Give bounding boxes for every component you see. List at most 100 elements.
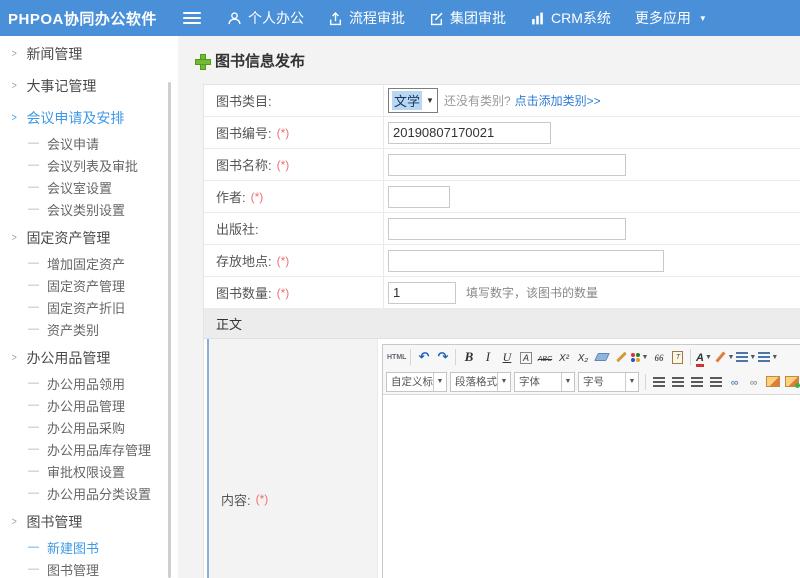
color-palette-button[interactable]: ▼ [631,348,648,366]
rich-text-editor: HTML ▼ [382,344,800,578]
sidebar-item-supplies-classify[interactable]: 办公用品分类设置 [0,482,178,504]
sidebar-item-news[interactable]: 新闻管理 [0,40,178,68]
nav-personal-office[interactable]: 个人办公 [227,8,304,28]
form-row-publisher: 出版社: [204,213,800,245]
italic-button[interactable] [479,348,496,366]
html-source-button[interactable]: HTML [387,348,406,366]
publisher-input[interactable] [388,218,626,240]
nav-workflow-approval[interactable]: 流程审批 [328,8,405,28]
strikethrough-button[interactable] [536,348,553,366]
dash-icon [28,541,39,553]
unordered-list-button[interactable]: ▼ [758,348,778,366]
undo-button[interactable] [415,348,432,366]
undo-icon [419,348,430,366]
remove-link-button[interactable] [745,373,762,391]
sidebar-scrollbar[interactable] [168,82,171,578]
heading-select[interactable]: 自定义标题▼ [386,372,447,392]
required-mark: (*) [277,158,290,172]
font-size-select[interactable]: 字号▼ [578,372,639,392]
sidebar-item-label: 办公用品领用 [47,374,125,393]
dash-icon [28,487,39,499]
align-center-button[interactable] [669,373,686,391]
bold-button[interactable] [460,348,477,366]
sidebar-item-label: 审批权限设置 [47,462,125,481]
editor-content-area[interactable] [383,395,800,578]
font-color-button[interactable]: ▼ [695,348,712,366]
sidebar-item-asset-depreciation[interactable]: 固定资产折旧 [0,296,178,318]
sidebar-item-book-group[interactable]: 图书管理 [0,508,178,536]
field-label: 图书类目: [216,91,272,110]
sidebar-item-meeting-group[interactable]: 会议申请及安排 [0,104,178,132]
upload-image-button[interactable] [783,373,800,391]
menu-icon[interactable] [183,12,201,24]
sidebar-item-meeting-apply[interactable]: 会议申请 [0,132,178,154]
insert-image-button[interactable] [764,373,781,391]
location-input[interactable] [388,250,664,272]
sidebar-item-book-manage[interactable]: 图书管理 [0,558,178,578]
remove-format-button[interactable] [593,348,610,366]
sidebar-item-memorabilia[interactable]: 大事记管理 [0,72,178,100]
insert-link-button[interactable] [726,373,743,391]
toolbar-separator [455,349,456,365]
sidebar-item-meeting-room[interactable]: 会议室设置 [0,176,178,198]
underline-button[interactable] [498,348,515,366]
font-family-select[interactable]: 字体▼ [514,372,575,392]
form-row-content: 内容:(*) HTML [204,339,800,578]
pen-icon [714,351,726,363]
format-brush-button[interactable] [612,348,629,366]
sidebar-item-meeting-category[interactable]: 会议类别设置 [0,198,178,220]
nav-crm-system[interactable]: CRM系统 [530,8,611,28]
add-plus-icon [195,54,209,68]
highlight-pen-button[interactable]: ▼ [714,348,734,366]
sidebar-item-asset-add[interactable]: 增加固定资产 [0,252,178,274]
quantity-input[interactable] [388,282,456,304]
ordered-list-button[interactable]: ▼ [736,348,756,366]
book-form: 图书类目: 文学 ▼ 还没有类别? 点击添加类别>> 图书编号:(*) 图书名称… [203,84,800,578]
align-justify-button[interactable] [707,373,724,391]
book-name-input[interactable] [388,154,626,176]
field-label: 作者: [216,187,246,206]
author-input[interactable] [388,186,450,208]
font-background-button[interactable] [517,348,534,366]
superscript-button[interactable] [555,348,572,366]
sidebar-item-supplies-claim[interactable]: 办公用品领用 [0,372,178,394]
sidebar-item-supplies-group[interactable]: 办公用品管理 [0,344,178,372]
align-right-button[interactable] [688,373,705,391]
sidebar-item-supplies-inventory[interactable]: 办公用品库存管理 [0,438,178,460]
sidebar-item-supplies-purchase[interactable]: 办公用品采购 [0,416,178,438]
chevron-down-icon: ▼ [561,373,574,391]
nav-label: 个人办公 [248,8,304,28]
paste-text-button[interactable] [669,348,686,366]
sidebar-item-book-new[interactable]: 新建图书 [0,536,178,558]
sidebar-item-label: 资产类别 [47,320,99,339]
book-code-input[interactable] [388,122,551,144]
sidebar-item-label: 办公用品管理 [47,396,125,415]
sidebar-item-label: 办公用品管理 [26,348,110,368]
nav-group-approval[interactable]: 集团审批 [429,8,506,28]
nav-label: CRM系统 [551,8,611,28]
sidebar-item-asset-category[interactable]: 资产类别 [0,318,178,340]
redo-button[interactable] [434,348,451,366]
subscript-button[interactable] [574,348,591,366]
chevron-down-icon: ▼ [426,96,434,105]
sidebar-item-meeting-list[interactable]: 会议列表及审批 [0,154,178,176]
add-category-link[interactable]: 点击添加类别>> [515,92,601,109]
sidebar-item-label: 办公用品分类设置 [47,484,151,503]
paragraph-format-select[interactable]: 段落格式▼ [450,372,511,392]
field-label: 内容: [221,490,251,509]
nav-more-apps[interactable]: 更多应用 ▼ [635,8,707,28]
top-navigation: 个人办公 流程审批 集团审批 CRM系统 更多应用 ▼ [227,8,731,28]
sidebar-item-asset-group[interactable]: 固定资产管理 [0,224,178,252]
chevron-down-icon: ▼ [705,354,712,361]
blockquote-button[interactable] [650,348,667,366]
category-select[interactable]: 文学 ▼ [388,88,438,113]
align-left-button[interactable] [650,373,667,391]
sidebar-item-supplies-manage[interactable]: 办公用品管理 [0,394,178,416]
clipboard-icon [672,351,683,364]
bold-icon [465,348,474,366]
sidebar-item-approval-permission[interactable]: 审批权限设置 [0,460,178,482]
link-icon [731,373,739,391]
sidebar-item-asset-manage[interactable]: 固定资产管理 [0,274,178,296]
dash-icon [28,563,39,575]
subscript-icon [578,348,588,366]
